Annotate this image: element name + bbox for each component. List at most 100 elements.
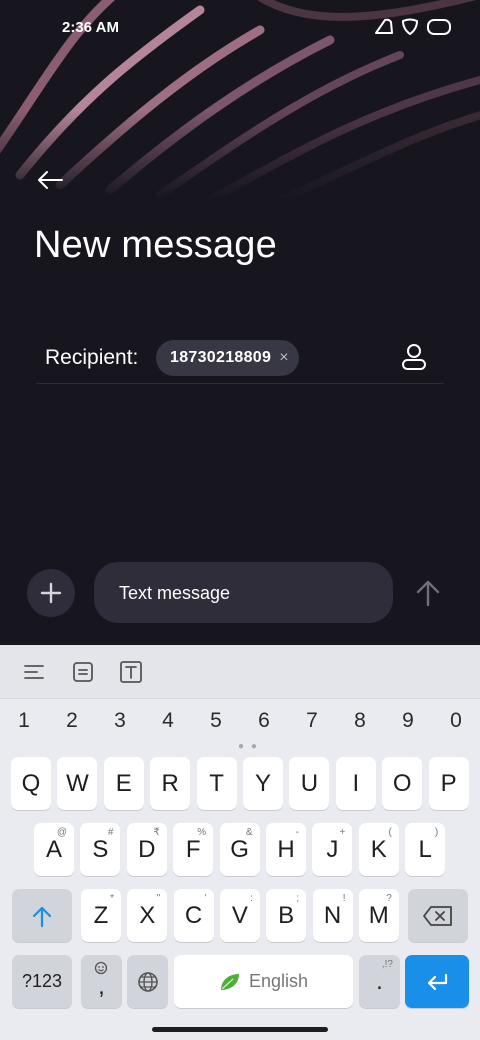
- key-secondary-label: *: [110, 893, 114, 904]
- back-button[interactable]: [30, 164, 70, 196]
- key-label: F: [185, 835, 201, 863]
- key-h[interactable]: -H: [266, 823, 306, 876]
- key-l[interactable]: ) L: [405, 823, 446, 876]
- recipient-label: Recipient:: [45, 346, 139, 369]
- space-label: English: [219, 971, 308, 992]
- key-v[interactable]: :V: [219, 889, 260, 942]
- key-label: K: [370, 835, 387, 863]
- number-key[interactable]: 9: [393, 709, 423, 733]
- key-label: X: [139, 901, 156, 929]
- arrow-left-icon: [38, 171, 63, 189]
- number-key[interactable]: 6: [249, 709, 279, 733]
- key-a[interactable]: @ A: [34, 823, 74, 876]
- number-key[interactable]: 3: [105, 709, 135, 733]
- key-secondary-label: ₹: [153, 827, 160, 838]
- key-secondary-label: -: [295, 827, 299, 838]
- person-icon: [402, 344, 426, 370]
- key-e[interactable]: E: [103, 757, 144, 810]
- key-label: B: [278, 901, 295, 929]
- key-label: Q: [21, 769, 41, 797]
- key-s[interactable]: # S: [80, 823, 121, 876]
- add-contact-button[interactable]: [398, 340, 430, 374]
- status-time: 2:36 AM: [62, 19, 119, 36]
- key-secondary-label: :: [250, 893, 253, 904]
- key-n[interactable]: ! N: [312, 889, 353, 942]
- menu-tool-button[interactable]: [21, 659, 47, 685]
- key-p[interactable]: P: [428, 757, 469, 810]
- shift-arrow-icon: [32, 906, 52, 927]
- space-key[interactable]: English: [174, 955, 353, 1008]
- key-r[interactable]: R: [150, 757, 191, 810]
- key-label: J: [326, 835, 339, 863]
- key-secondary-label: ): [434, 827, 439, 838]
- key-label: N: [323, 901, 342, 929]
- number-key[interactable]: 7: [297, 709, 327, 733]
- wifi-icon: [375, 18, 393, 34]
- symbols-key[interactable]: ?123: [12, 955, 72, 1008]
- key-secondary-label: ": [156, 893, 161, 904]
- key-label: H: [277, 835, 295, 863]
- key-secondary-label: @: [56, 827, 67, 838]
- key-label: D: [138, 835, 156, 863]
- attach-button[interactable]: [27, 569, 75, 617]
- page-title: New message: [34, 224, 277, 266]
- language-key[interactable]: [127, 955, 168, 1008]
- arrow-up-icon: [416, 580, 440, 607]
- home-indicator[interactable]: [152, 1027, 328, 1032]
- backspace-key[interactable]: [408, 889, 468, 942]
- number-key[interactable]: 2: [57, 709, 87, 733]
- key-w[interactable]: W: [57, 757, 98, 810]
- key-secondary-label: ?: [386, 893, 392, 904]
- key-label: A: [45, 835, 62, 863]
- key-k[interactable]: (K: [358, 823, 399, 876]
- page-indicator: ● ●: [238, 741, 259, 752]
- key-d[interactable]: ₹ D: [126, 823, 167, 876]
- emoji-icon: [94, 961, 108, 975]
- message-input[interactable]: Text message: [94, 562, 393, 623]
- key-y[interactable]: Y: [243, 757, 283, 810]
- key-label: W: [66, 769, 89, 797]
- key-secondary-label: (: [388, 827, 392, 838]
- battery-icon: [427, 19, 451, 35]
- recipient-chip[interactable]: 18730218809 ×: [156, 340, 299, 376]
- key-m[interactable]: ? M: [358, 889, 399, 942]
- key-i[interactable]: I: [335, 757, 376, 810]
- key-secondary-label: ': [204, 893, 207, 904]
- backspace-icon: [423, 905, 452, 926]
- clipboard-icon: [73, 662, 93, 682]
- emoji-comma-key[interactable]: ,: [81, 955, 122, 1008]
- period-key[interactable]: ,!? .: [359, 955, 400, 1008]
- plus-icon: [40, 582, 62, 604]
- key-label: U: [300, 769, 319, 797]
- period-label: .: [376, 967, 383, 995]
- key-t[interactable]: T: [196, 757, 237, 810]
- key-o[interactable]: O: [382, 757, 423, 810]
- clipboard-tool-button[interactable]: [70, 659, 96, 685]
- number-key[interactable]: 5: [201, 709, 231, 733]
- send-button[interactable]: [408, 573, 448, 613]
- key-q[interactable]: Q: [11, 757, 51, 810]
- key-u[interactable]: U: [289, 757, 330, 810]
- text-tool-button[interactable]: [118, 659, 144, 685]
- recipient-row: Recipient: 18730218809 ×: [36, 336, 444, 384]
- remove-recipient-icon[interactable]: ×: [279, 350, 288, 366]
- shift-key[interactable]: [12, 889, 72, 942]
- key-label: V: [231, 901, 248, 929]
- number-key[interactable]: 0: [441, 709, 471, 733]
- number-key[interactable]: 1: [9, 709, 39, 733]
- key-f[interactable]: % F: [173, 823, 214, 876]
- key-b[interactable]: ; B: [266, 889, 307, 942]
- lines-icon: [24, 665, 44, 679]
- key-z[interactable]: * Z: [81, 889, 121, 942]
- number-key[interactable]: 8: [345, 709, 375, 733]
- number-row: 1234567890: [0, 699, 480, 745]
- key-g[interactable]: & G: [219, 823, 260, 876]
- key-label: S: [92, 835, 109, 863]
- period-sub: ,!?: [381, 959, 393, 970]
- key-label: Z: [93, 901, 109, 929]
- enter-key[interactable]: [405, 955, 469, 1008]
- key-j[interactable]: + J: [312, 823, 353, 876]
- number-key[interactable]: 4: [153, 709, 183, 733]
- key-c[interactable]: ' C: [173, 889, 214, 942]
- key-x[interactable]: " X: [127, 889, 168, 942]
